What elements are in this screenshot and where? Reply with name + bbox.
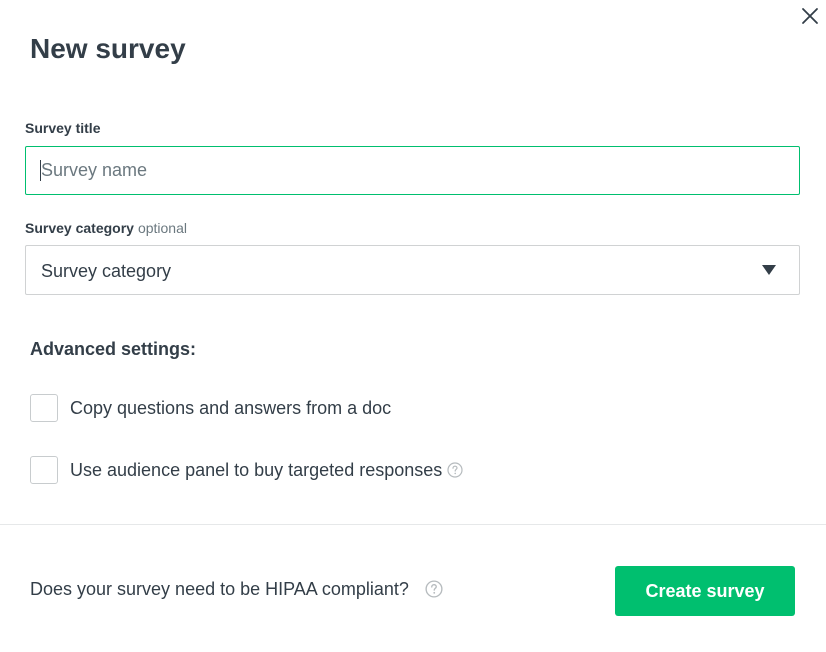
copy-from-doc-option[interactable]: Copy questions and answers from a doc <box>30 393 391 423</box>
hipaa-help-button[interactable] <box>425 580 443 598</box>
audience-panel-checkbox[interactable] <box>30 456 58 484</box>
survey-category-label: Survey category optional <box>25 219 187 237</box>
new-survey-dialog: New survey Survey title Survey categoryo… <box>0 0 826 652</box>
audience-panel-help-button[interactable] <box>447 462 463 478</box>
copy-from-doc-checkbox[interactable] <box>30 394 58 422</box>
question-circle-icon <box>425 580 443 598</box>
survey-category-selected-value: Survey category <box>41 261 172 281</box>
survey-category-label-text: Survey category <box>25 220 134 236</box>
advanced-settings-heading: Advanced settings: <box>30 339 197 359</box>
optional-tag: optional <box>137 220 187 236</box>
hipaa-question-text: Does your survey need to be HIPAA compli… <box>30 579 409 599</box>
audience-panel-label: Use audience panel to buy targeted respo… <box>70 460 443 480</box>
survey-title-input[interactable] <box>25 146 800 195</box>
text-cursor <box>40 160 41 181</box>
close-button[interactable] <box>798 4 822 28</box>
dialog-title: New survey <box>30 33 186 64</box>
survey-category-select[interactable]: Survey category <box>25 245 800 295</box>
survey-title-label: Survey title <box>25 119 100 137</box>
question-circle-icon <box>447 462 463 478</box>
audience-panel-option[interactable]: Use audience panel to buy targeted respo… <box>30 455 463 485</box>
survey-title-label-text: Survey title <box>25 120 101 136</box>
caret-down-icon <box>762 265 776 275</box>
footer-divider <box>0 524 826 525</box>
close-icon <box>802 8 818 24</box>
copy-from-doc-label: Copy questions and answers from a doc <box>70 398 392 418</box>
hipaa-question: Does your survey need to be HIPAA compli… <box>30 578 443 600</box>
create-survey-button[interactable]: Create survey <box>615 566 795 616</box>
